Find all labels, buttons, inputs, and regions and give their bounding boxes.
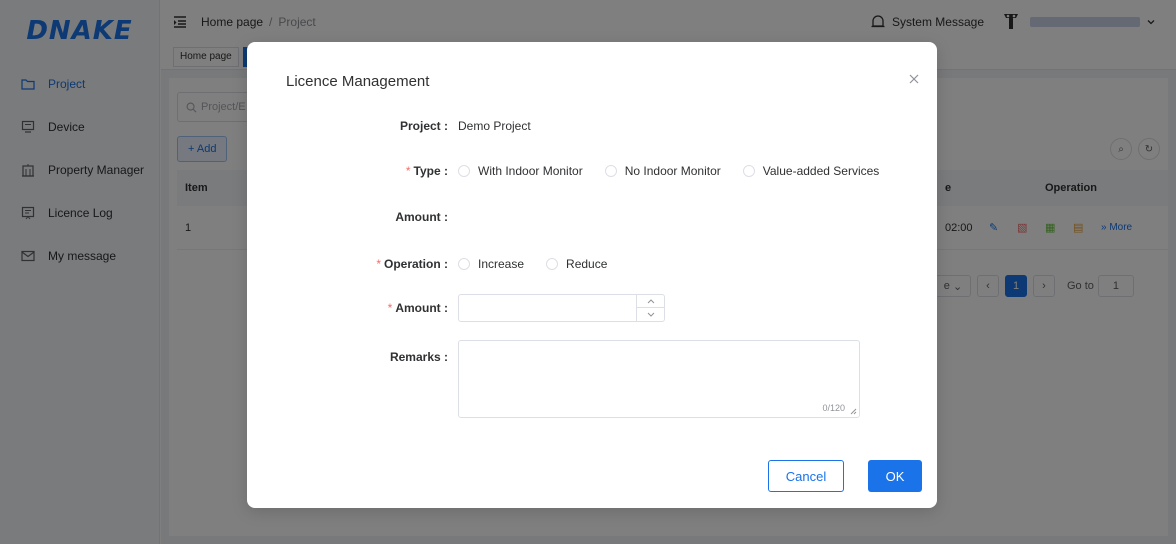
amount-display-row: Amount : — [247, 210, 937, 224]
amount-input[interactable] — [458, 294, 665, 322]
amount-input-row: * Amount : — [247, 294, 937, 322]
radio-button[interactable] — [546, 258, 559, 270]
remarks-textarea[interactable]: 0/120 — [458, 340, 860, 418]
dialog-title: Licence Management — [286, 73, 430, 90]
radio-button[interactable] — [458, 165, 470, 177]
chevron-down-icon — [647, 312, 654, 317]
operation-label: * Operation : — [376, 257, 448, 271]
amount-label: Amount : — [395, 210, 448, 224]
radio-value-added-services[interactable]: Value-added Services — [742, 164, 879, 178]
ok-button[interactable]: OK — [868, 460, 922, 492]
close-icon[interactable] — [907, 72, 921, 86]
radio-no-indoor-monitor[interactable]: No Indoor Monitor — [604, 164, 721, 178]
radio-button[interactable] — [604, 165, 617, 177]
chevron-up-icon — [647, 299, 654, 304]
radio-button[interactable] — [458, 258, 470, 270]
radio-with-indoor-monitor[interactable]: With Indoor Monitor — [458, 164, 583, 178]
radio-button[interactable] — [742, 165, 755, 177]
remarks-counter: 0/120 — [822, 403, 845, 413]
decrease-button[interactable] — [637, 308, 664, 321]
resize-handle-icon[interactable] — [849, 407, 857, 415]
type-row: * Type : With Indoor Monitor No Indoor Mo… — [247, 164, 937, 178]
increase-button[interactable] — [637, 295, 664, 308]
project-label: Project : — [399, 119, 448, 133]
operation-row: * Operation : Increase Reduce — [247, 257, 937, 271]
project-value: Demo Project — [458, 119, 531, 133]
amount-input-label: * Amount : — [387, 301, 448, 315]
radio-reduce[interactable]: Reduce — [546, 257, 607, 271]
project-row: Project : Demo Project — [247, 119, 937, 133]
radio-increase[interactable]: Increase — [458, 257, 524, 271]
remarks-label: Remarks : — [389, 350, 448, 364]
type-label: * Type : — [405, 164, 448, 178]
amount-stepper — [636, 295, 664, 321]
licence-management-dialog: Licence Management Project : Demo Projec… — [247, 42, 937, 508]
remarks-row: Remarks : 0/120 — [247, 340, 937, 418]
cancel-button[interactable]: Cancel — [768, 460, 844, 492]
